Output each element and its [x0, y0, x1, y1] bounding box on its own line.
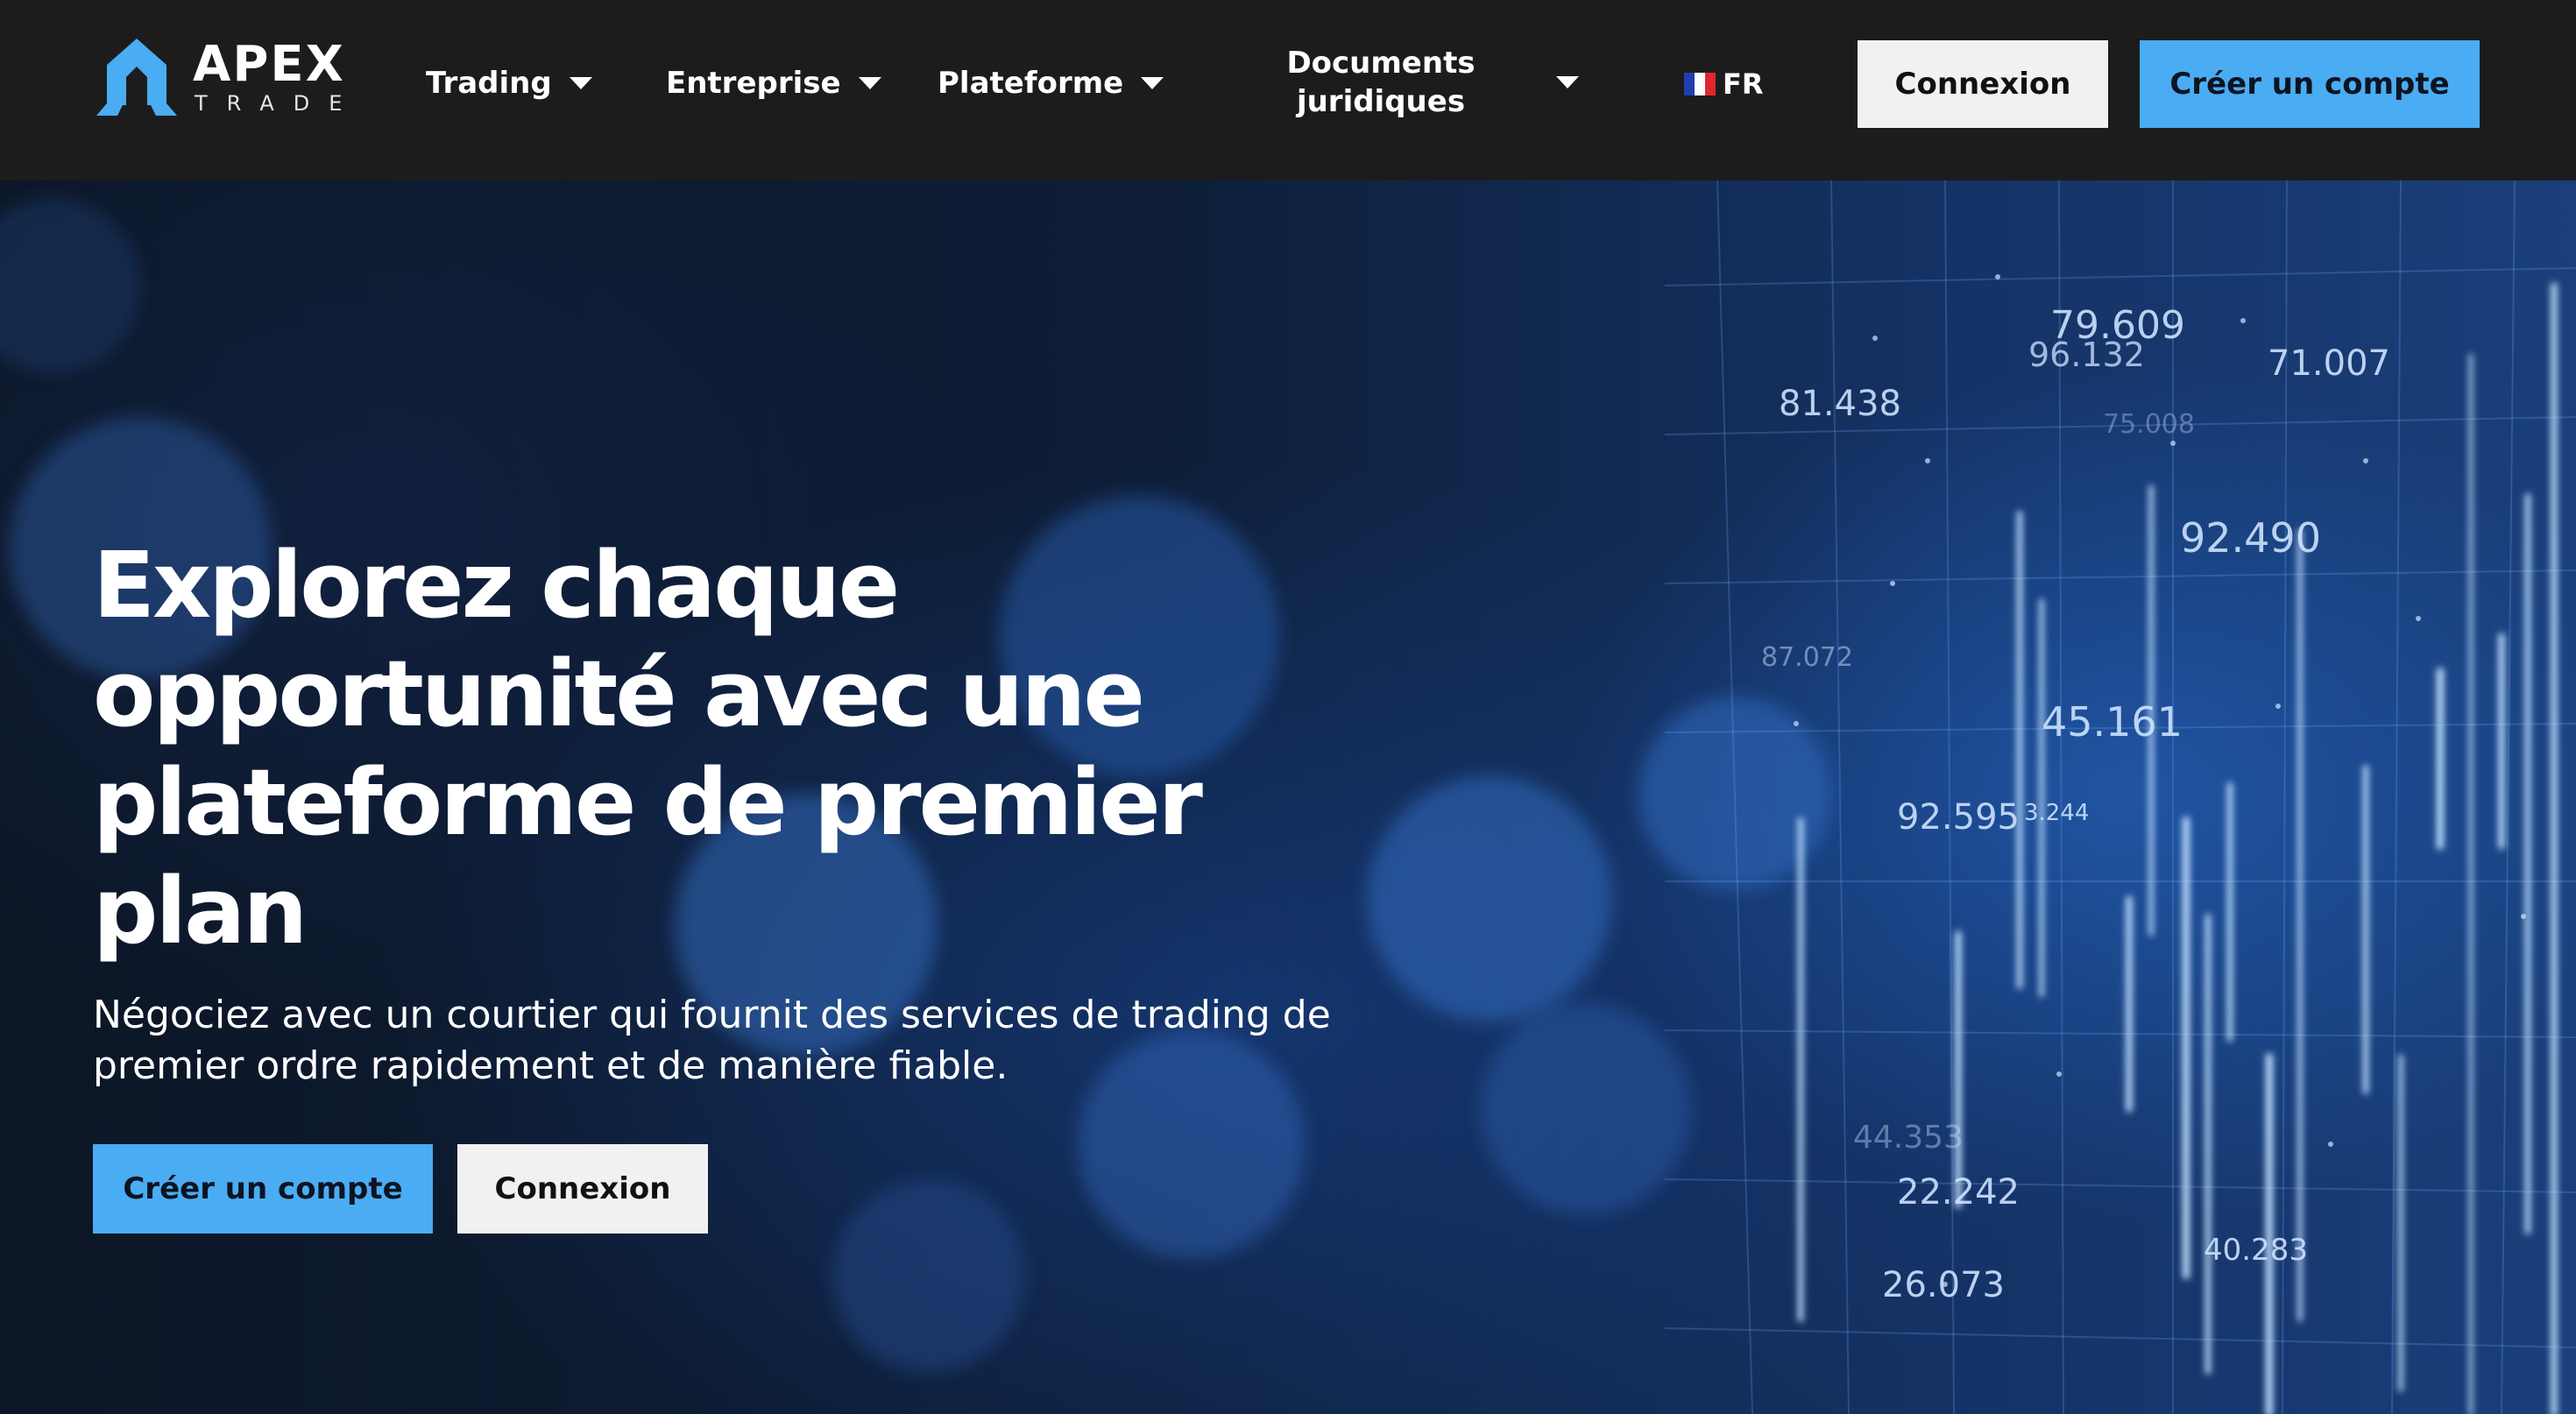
france-flag-icon: [1684, 73, 1716, 95]
nav-documents-label: Documents juridiques: [1286, 46, 1476, 119]
brand-tagline: TRADE: [195, 91, 362, 116]
price-label: 3.244: [2024, 800, 2089, 826]
flag-stripe-blue: [1684, 73, 1695, 95]
price-label: 44.353: [1853, 1120, 1964, 1156]
top-navbar: APEX TRADE Trading Entreprise Plateforme…: [0, 0, 2576, 180]
nav-plateforme-label: Plateforme: [938, 66, 1124, 101]
hero-section: 79.609 96.132 71.007 81.438 75.008 92.49…: [0, 180, 2576, 1414]
nav-trading-label: Trading: [426, 66, 552, 101]
price-label: 45.161: [2042, 698, 2183, 746]
hero-signup-button[interactable]: Créer un compte: [93, 1144, 433, 1234]
nav-trading[interactable]: Trading: [426, 53, 592, 114]
price-label: 75.008: [2103, 409, 2195, 440]
chevron-down-icon: [569, 77, 592, 89]
nav-entreprise-label: Entreprise: [666, 66, 841, 101]
nav-plateforme[interactable]: Plateforme: [938, 53, 1164, 114]
language-selector[interactable]: FR: [1684, 67, 1764, 102]
chart-candles: [1798, 282, 2558, 1414]
price-label: 22.242: [1897, 1172, 2020, 1213]
flag-stripe-red: [1705, 73, 1716, 95]
chart-price-labels: 79.609 96.132 71.007 81.438 75.008 92.49…: [1761, 303, 2390, 1305]
price-label: 81.438: [1779, 384, 1901, 424]
price-label: 92.490: [2180, 514, 2321, 562]
price-label: 71.007: [2268, 343, 2390, 384]
nav-entreprise[interactable]: Entreprise: [666, 53, 881, 114]
header-login-button[interactable]: Connexion: [1858, 40, 2108, 128]
chevron-down-icon: [1556, 76, 1579, 88]
language-code: FR: [1723, 67, 1764, 101]
price-label: 87.072: [1761, 642, 1853, 673]
logo-icon: [96, 39, 177, 116]
hero-subtitle: Négociez avec un courtier qui fournit de…: [93, 993, 1331, 1088]
price-label: 96.132: [2028, 336, 2145, 374]
hero-login-button[interactable]: Connexion: [457, 1144, 708, 1234]
chevron-down-icon: [858, 77, 881, 89]
flag-stripe-white: [1695, 73, 1705, 95]
price-label: 40.283: [2204, 1233, 2308, 1268]
hero-title: Explorez chaque opportunité avec une pla…: [93, 532, 1203, 965]
brand-name: APEX: [193, 36, 345, 93]
chevron-down-icon: [1141, 77, 1164, 89]
price-label: 92.595: [1897, 797, 2020, 838]
apex-trade-logo[interactable]: APEX TRADE: [93, 35, 361, 123]
header-signup-button[interactable]: Créer un compte: [2140, 40, 2480, 128]
nav-documents-juridiques[interactable]: Documents juridiques: [1284, 42, 1579, 123]
